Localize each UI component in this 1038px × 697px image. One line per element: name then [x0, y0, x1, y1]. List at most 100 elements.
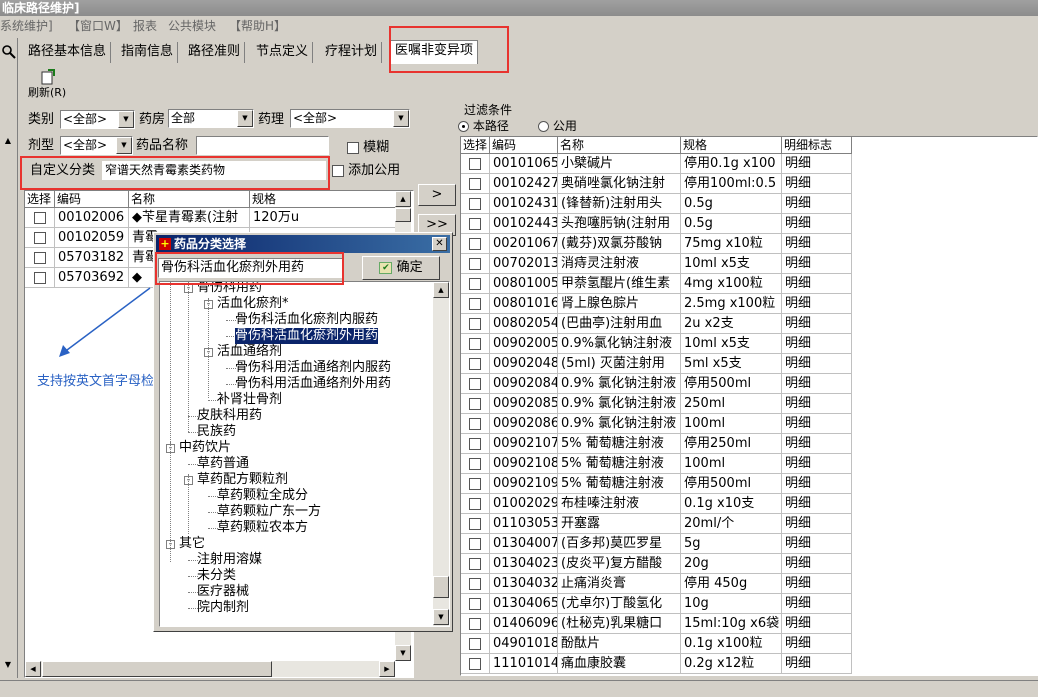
row-select-cell[interactable] — [461, 434, 490, 454]
row-select-cell[interactable] — [461, 574, 490, 594]
row-checkbox[interactable] — [469, 257, 481, 270]
row-select-cell[interactable] — [461, 254, 490, 274]
tree-node[interactable]: 未分类 — [197, 568, 236, 584]
tree-node[interactable]: 皮肤科用药 — [197, 408, 262, 424]
row-checkbox[interactable] — [469, 457, 481, 470]
row-select-cell[interactable] — [461, 354, 490, 374]
row-checkbox[interactable] — [33, 231, 46, 244]
row-select-cell[interactable] — [461, 414, 490, 434]
chevron-down-icon[interactable]: ▼ — [393, 110, 409, 127]
ok-button[interactable]: ✔ 确定 — [362, 256, 440, 280]
row-select-cell[interactable] — [461, 634, 490, 654]
row-select-cell[interactable] — [461, 314, 490, 334]
scroll-down-icon[interactable]: ▼ — [395, 645, 411, 661]
row-checkbox[interactable] — [469, 377, 481, 390]
row-select-cell[interactable] — [461, 534, 490, 554]
row-select-cell[interactable] — [461, 454, 490, 474]
row-checkbox[interactable] — [469, 357, 481, 370]
row-checkbox[interactable] — [33, 251, 46, 264]
row-select-cell[interactable] — [461, 554, 490, 574]
scroll-down-icon[interactable]: ▼ — [1, 658, 15, 672]
tree-node[interactable]: 骨伤科活血化瘀剂内服药 — [235, 312, 378, 328]
fuzzy-check[interactable] — [347, 141, 359, 154]
scroll-down-icon[interactable]: ▼ — [433, 609, 449, 625]
add-public-checkbox[interactable]: 添加公用 — [332, 162, 400, 180]
row-select-cell[interactable] — [461, 374, 490, 394]
row-checkbox[interactable] — [469, 477, 481, 490]
tree-node[interactable]: 院内制剂 — [197, 600, 249, 616]
left-grid-hscroll[interactable]: ◀ ▶ — [25, 661, 395, 677]
tab-node-definition[interactable]: 节点定义 — [252, 42, 314, 63]
row-checkbox[interactable] — [469, 237, 481, 250]
scroll-up-icon[interactable]: ▲ — [395, 191, 411, 207]
row-checkbox[interactable] — [469, 517, 481, 530]
tree-node[interactable]: 活血通络剂 — [217, 344, 282, 360]
row-select-cell[interactable] — [461, 654, 490, 674]
row-checkbox[interactable] — [469, 537, 481, 550]
drug-name-input[interactable] — [196, 136, 329, 155]
scroll-right-icon[interactable]: ▶ — [379, 661, 395, 677]
tree-node[interactable]: 骨伤科活血化瘀剂外用药 — [233, 327, 380, 345]
scroll-up-icon[interactable]: ▲ — [1, 134, 15, 148]
row-checkbox[interactable] — [469, 277, 481, 290]
row-select-cell[interactable] — [461, 194, 490, 214]
row-select-cell[interactable] — [461, 614, 490, 634]
close-icon[interactable]: ✕ — [432, 237, 447, 251]
move-one-button[interactable]: > — [418, 184, 456, 206]
menu-system[interactable]: 系统维护] — [0, 16, 53, 36]
scroll-thumb[interactable] — [433, 576, 449, 598]
row-checkbox[interactable] — [469, 317, 481, 330]
row-select-cell[interactable] — [461, 234, 490, 254]
refresh-button[interactable]: 刷新(R) — [28, 68, 68, 100]
pharmacy-select[interactable]: 全部 ▼ — [168, 109, 254, 128]
pharmacology-select[interactable]: <全部> ▼ — [290, 109, 410, 128]
tree-node[interactable]: 骨伤科用活血通络剂内服药 — [235, 360, 391, 376]
row-select-cell[interactable] — [461, 174, 490, 194]
row-checkbox[interactable] — [469, 397, 481, 410]
row-checkbox[interactable] — [469, 197, 481, 210]
chevron-down-icon[interactable]: ▼ — [118, 111, 134, 128]
row-checkbox[interactable] — [469, 657, 481, 670]
row-checkbox[interactable] — [469, 157, 481, 170]
row-select-cell[interactable] — [461, 594, 490, 614]
tree-node[interactable]: 草药颗粒广东一方 — [217, 504, 321, 520]
dosage-select[interactable]: <全部> ▼ — [60, 136, 133, 155]
row-select-cell[interactable] — [461, 214, 490, 234]
menu-report[interactable]: 报表 — [133, 16, 157, 36]
row-checkbox[interactable] — [469, 557, 481, 570]
tree-node[interactable]: 注射用溶媒 — [197, 552, 262, 568]
search-icon[interactable] — [1, 44, 17, 60]
radio-this-path[interactable]: 本路径 — [458, 117, 509, 134]
tree-node[interactable]: 草药颗粒农本方 — [217, 520, 308, 536]
chevron-down-icon[interactable]: ▼ — [237, 110, 253, 127]
tree-node[interactable]: 草药配方颗粒剂 — [197, 472, 288, 488]
chevron-down-icon[interactable]: ▼ — [116, 137, 132, 154]
row-select-cell[interactable] — [461, 274, 490, 294]
row-select-cell[interactable] — [461, 394, 490, 414]
row-select-cell[interactable] — [461, 294, 490, 314]
scroll-thumb[interactable] — [395, 208, 411, 222]
tree-node[interactable]: 补肾壮骨剂 — [217, 392, 282, 408]
add-public-check[interactable] — [332, 164, 344, 177]
hscroll-thumb[interactable] — [42, 661, 272, 677]
row-select-cell[interactable] — [461, 154, 490, 174]
row-checkbox[interactable] — [469, 177, 481, 190]
row-checkbox[interactable] — [33, 271, 46, 284]
row-checkbox[interactable] — [469, 417, 481, 430]
tree-vscroll[interactable]: ▲ ▼ — [433, 282, 449, 626]
row-checkbox[interactable] — [469, 617, 481, 630]
category-select[interactable]: <全部> ▼ — [60, 110, 135, 129]
tab-path-criteria[interactable]: 路径准则 — [184, 42, 246, 63]
scroll-left-icon[interactable]: ◀ — [25, 661, 41, 677]
radio-public[interactable]: 公用 — [538, 117, 577, 134]
tree-node[interactable]: 草药普通 — [197, 456, 249, 472]
tree-node[interactable]: 医疗器械 — [197, 584, 249, 600]
tree-node[interactable]: 草药颗粒全成分 — [217, 488, 308, 504]
row-checkbox[interactable] — [469, 497, 481, 510]
tab-treatment-plan[interactable]: 疗程计划 — [321, 42, 383, 63]
row-select-cell[interactable] — [461, 494, 490, 514]
tree-node[interactable]: 其它 — [179, 536, 205, 552]
menu-help[interactable]: 【帮助H】 — [229, 16, 286, 36]
row-checkbox[interactable] — [469, 217, 481, 230]
tab-path-basic-info[interactable]: 路径基本信息 — [24, 42, 112, 63]
